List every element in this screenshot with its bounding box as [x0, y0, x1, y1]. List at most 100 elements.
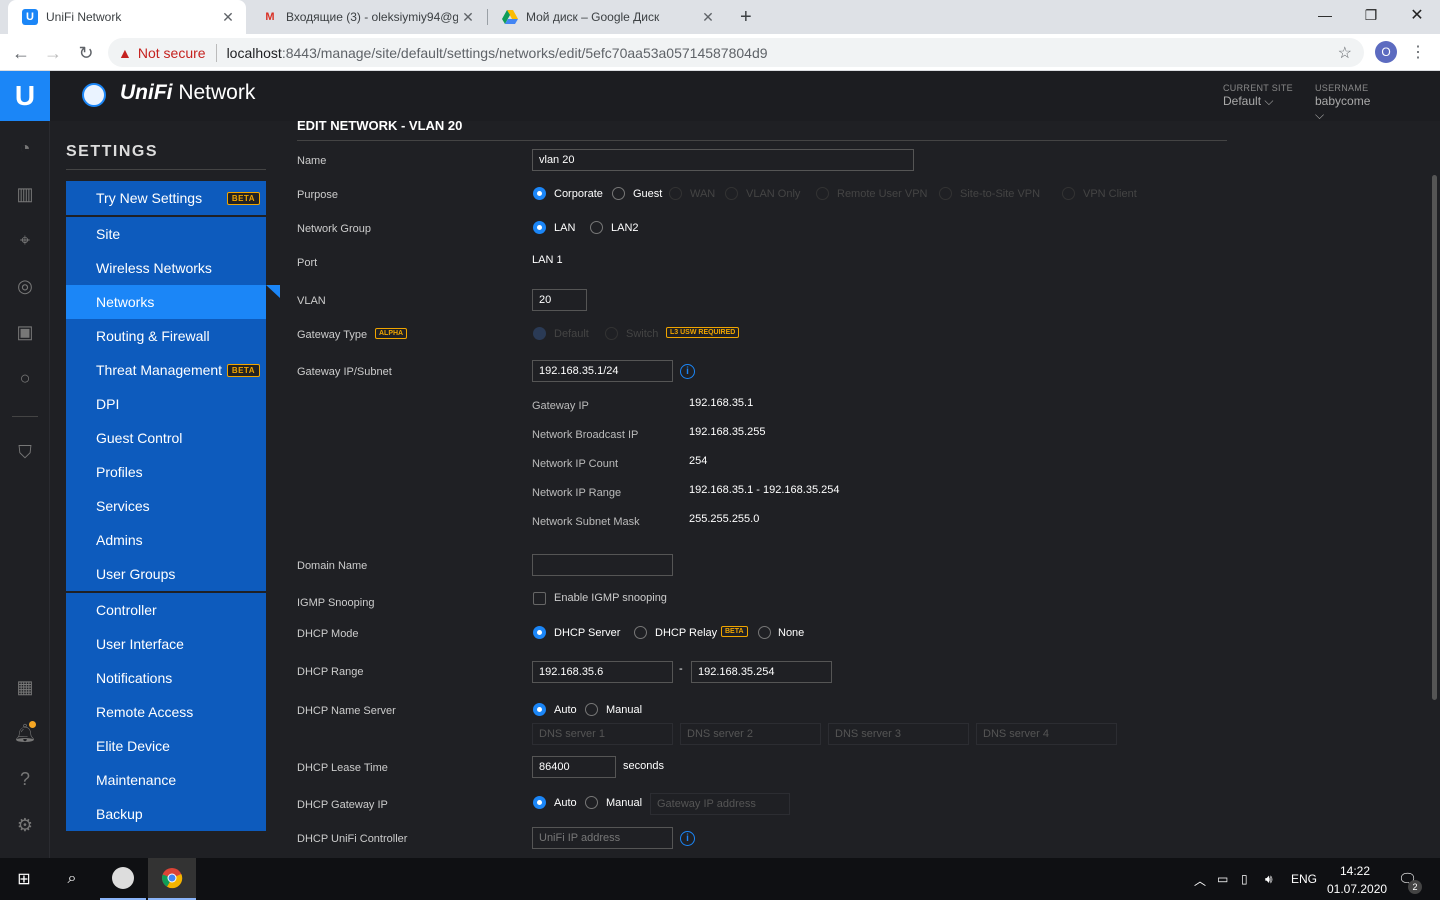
- gmail-icon: M: [265, 11, 275, 23]
- sidebar-item-user-groups[interactable]: User Groups: [66, 557, 266, 591]
- statistics-icon[interactable]: ▥: [12, 181, 38, 207]
- sidebar-item-routing-firewall[interactable]: Routing & Firewall: [66, 319, 266, 353]
- new-tab-button[interactable]: +: [732, 0, 762, 34]
- name-label: Name: [297, 155, 327, 167]
- network-group-label: Network Group: [297, 223, 371, 235]
- tab-title: Входящие (3) - oleksiymiy94@gr: [286, 10, 458, 24]
- domain-name-input[interactable]: [532, 554, 673, 576]
- back-icon[interactable]: ←: [8, 40, 34, 66]
- devices-icon[interactable]: ◎: [12, 273, 38, 299]
- gear-icon[interactable]: ⚙: [12, 812, 38, 838]
- address-bar[interactable]: ▲ Not secure localhost :8443/manage/site…: [108, 38, 1364, 67]
- sidebar-item-networks[interactable]: Networks: [66, 285, 266, 319]
- info-icon[interactable]: i: [680, 831, 695, 846]
- tab-google-drive[interactable]: Мой диск – Google Диск ✕: [488, 0, 726, 34]
- sidebar-item-remote-access[interactable]: Remote Access: [66, 695, 266, 729]
- tray-chevron-icon[interactable]: ︿: [1194, 872, 1206, 889]
- dns-server-1-input: DNS server 1: [532, 723, 673, 745]
- name-input[interactable]: vlan 20: [532, 149, 914, 171]
- close-icon[interactable]: ✕: [218, 9, 238, 26]
- sidebar-item-notifications[interactable]: Notifications: [66, 661, 266, 695]
- ubiquiti-logo-icon[interactable]: U: [0, 71, 50, 121]
- network-group-lan-radio[interactable]: [533, 221, 546, 234]
- dhcp-range-end-input[interactable]: 192.168.35.254: [691, 661, 832, 683]
- gateway-ip-value: 192.168.35.1: [689, 397, 754, 409]
- reload-icon[interactable]: ↻: [73, 40, 99, 66]
- menu-icon[interactable]: ⋮: [1410, 40, 1426, 64]
- tab-gmail[interactable]: M Входящие (3) - oleksiymiy94@gr ✕: [248, 0, 486, 34]
- current-site-value: Default: [1223, 94, 1262, 108]
- tab-unifi[interactable]: U UniFi Network ✕: [8, 0, 246, 34]
- gateway-type-default-label: Default: [554, 328, 589, 340]
- username-selector[interactable]: USERNAME babycome ⌵: [1315, 83, 1370, 122]
- url-path: :8443/manage/site/default/settings/netwo…: [281, 44, 768, 61]
- purpose-guest-radio[interactable]: [612, 187, 625, 200]
- clock-time[interactable]: 14:22: [1340, 864, 1370, 878]
- sidebar-item-admins[interactable]: Admins: [66, 523, 266, 557]
- dns-auto-radio[interactable]: [533, 703, 546, 716]
- window-close-icon[interactable]: ✕: [1394, 0, 1440, 30]
- igmp-checkbox[interactable]: [533, 592, 546, 605]
- forward-icon[interactable]: →: [40, 40, 66, 66]
- dhcp-relay-radio[interactable]: [634, 626, 647, 639]
- network-icon[interactable]: ▯: [1241, 872, 1248, 886]
- dhcp-server-radio[interactable]: [533, 626, 546, 639]
- alerts-bell-icon[interactable]: 🔔︎: [12, 720, 38, 746]
- beta-badge: BETA: [721, 626, 748, 637]
- gateway-ip-auto-radio[interactable]: [533, 796, 546, 809]
- current-site-selector[interactable]: CURRENT SITE Default ⌵: [1223, 83, 1293, 108]
- clock-date[interactable]: 01.07.2020: [1327, 882, 1387, 896]
- dns-manual-radio[interactable]: [585, 703, 598, 716]
- insights-icon[interactable]: ○: [12, 365, 38, 391]
- profile-avatar[interactable]: O: [1375, 41, 1397, 63]
- clients-icon[interactable]: ▣: [12, 319, 38, 345]
- map-icon[interactable]: ⌖: [12, 227, 38, 253]
- help-icon[interactable]: ?: [12, 766, 38, 792]
- ip-range-value: 192.168.35.1 - 192.168.35.254: [689, 484, 840, 496]
- close-icon[interactable]: ✕: [698, 9, 718, 26]
- dashboard-icon[interactable]: ◔: [12, 135, 38, 161]
- sidebar-item-threat-management[interactable]: Threat Management BETA: [66, 353, 266, 387]
- close-icon[interactable]: ✕: [458, 9, 478, 26]
- dhcp-none-radio[interactable]: [758, 626, 771, 639]
- dhcp-name-server-label: DHCP Name Server: [297, 705, 396, 717]
- sidebar-item-elite-device[interactable]: Elite Device: [66, 729, 266, 763]
- sidebar-item-site[interactable]: Site: [66, 217, 266, 251]
- sidebar-item-guest-control[interactable]: Guest Control: [66, 421, 266, 455]
- sidebar-item-label: User Interface: [96, 636, 184, 652]
- sidebar-item-profiles[interactable]: Profiles: [66, 455, 266, 489]
- settings-group-beta: Try New Settings BETA: [66, 181, 266, 215]
- sidebar-item-try-new-settings[interactable]: Try New Settings BETA: [66, 181, 266, 215]
- windows-start-icon[interactable]: ⊞: [0, 858, 48, 900]
- shield-icon[interactable]: ⛉: [12, 439, 38, 465]
- restore-icon[interactable]: ❐: [1348, 0, 1394, 30]
- sidebar-item-dpi[interactable]: DPI: [66, 387, 266, 421]
- scrollbar[interactable]: [1432, 175, 1437, 700]
- lease-time-input[interactable]: 86400: [532, 756, 616, 778]
- minimize-icon[interactable]: —: [1302, 0, 1348, 30]
- sidebar-item-services[interactable]: Services: [66, 489, 266, 523]
- bookmark-star-icon[interactable]: ☆: [1338, 43, 1352, 63]
- search-icon[interactable]: ⌕: [48, 858, 96, 900]
- sidebar-item-controller[interactable]: Controller: [66, 593, 266, 627]
- purpose-corporate-radio[interactable]: [533, 187, 546, 200]
- chrome-icon[interactable]: [148, 858, 196, 900]
- controller-ip-input[interactable]: UniFi IP address: [532, 827, 673, 849]
- unifi-app-icon[interactable]: [100, 858, 146, 900]
- battery-icon[interactable]: ▭: [1217, 872, 1228, 886]
- info-icon[interactable]: i: [680, 364, 695, 379]
- volume-icon[interactable]: 🔊︎: [1265, 872, 1273, 887]
- vlan-input[interactable]: 20: [532, 289, 587, 311]
- sidebar-item-user-interface[interactable]: User Interface: [66, 627, 266, 661]
- dhcp-range-start-input[interactable]: 192.168.35.6: [532, 661, 673, 683]
- events-icon[interactable]: ▦: [12, 674, 38, 700]
- security-status[interactable]: Not secure: [138, 45, 206, 61]
- dhcp-none-label: None: [778, 627, 805, 639]
- sidebar-item-wireless-networks[interactable]: Wireless Networks: [66, 251, 266, 285]
- sidebar-item-backup[interactable]: Backup: [66, 797, 266, 831]
- network-group-lan2-radio[interactable]: [590, 221, 603, 234]
- gateway-subnet-input[interactable]: 192.168.35.1/24: [532, 360, 673, 382]
- language-indicator[interactable]: ENG: [1291, 872, 1317, 886]
- sidebar-item-maintenance[interactable]: Maintenance: [66, 763, 266, 797]
- gateway-ip-manual-radio[interactable]: [585, 796, 598, 809]
